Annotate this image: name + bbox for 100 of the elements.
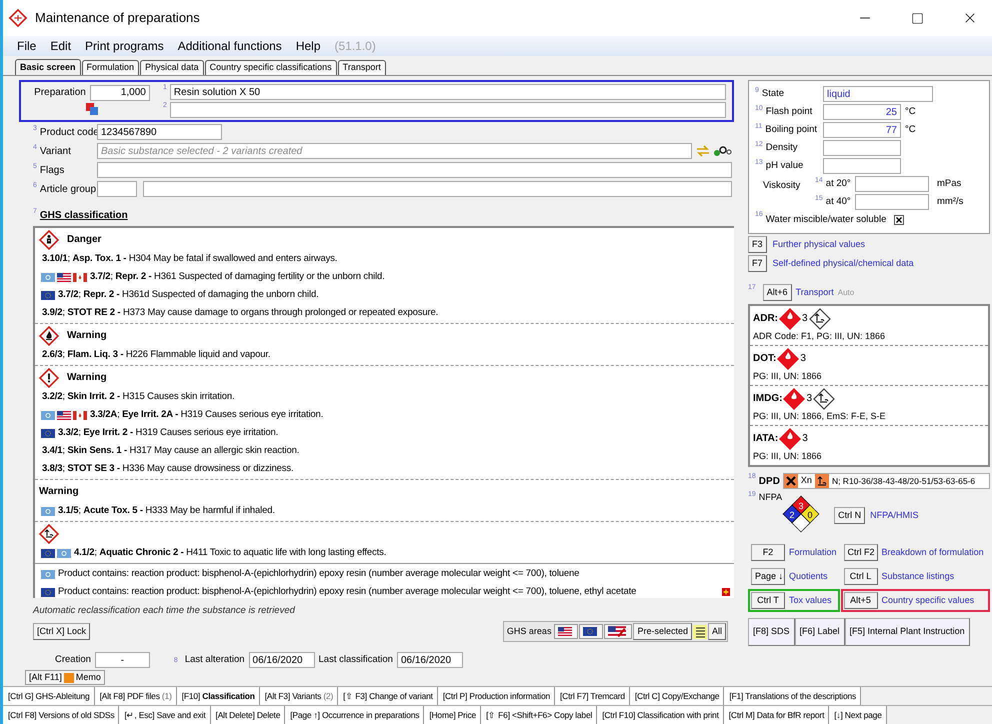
reclassification-note: Automatic reclassification each time the substance is retrieved [33, 604, 296, 618]
field-label: State [762, 86, 784, 101]
reactivity-rating: 0 [808, 510, 813, 520]
tab[interactable]: Physical data [140, 60, 204, 75]
menu-item[interactable]: Edit [50, 37, 72, 55]
function-key-button[interactable]: [Ctrl F7] Tremcard [555, 687, 630, 705]
memo-button[interactable]: [Alt F11] Memo [25, 670, 105, 686]
exclamation-icon [39, 368, 59, 388]
function-key-button[interactable]: [↵, Esc] Save and exit [119, 706, 211, 724]
flag-button[interactable] [579, 624, 604, 640]
function-key-button[interactable]: [Ctrl M] Data for BfR report [724, 706, 830, 724]
hazard-statement: Product contains: reaction product: bisphenol-A-(epichlorhydrin) epoxy resin (number average molecular weight <= 700), toluene [58, 566, 580, 581]
function-key-button[interactable]: [Ctrl C] Copy/Exchange [630, 687, 724, 705]
input-field[interactable] [855, 176, 929, 192]
function-key-button[interactable]: [⇧ F3] Change of variant [338, 687, 438, 705]
environment-symbol-icon [814, 474, 829, 488]
function-key-button[interactable]: [Ctrl F10] Classification with print [597, 706, 724, 724]
key-button[interactable]: Ctrl N [834, 507, 866, 524]
function-key-button[interactable]: [Ctrl G] GHS-Ableitung [3, 687, 95, 705]
document-button[interactable]: [F6] Label [794, 618, 845, 646]
hazard-class: 3 [800, 352, 806, 366]
link[interactable]: Further physical values [772, 238, 866, 252]
flammable-label-icon [778, 306, 802, 330]
function-key-button[interactable]: [F10] Classification [176, 687, 260, 705]
link[interactable]: Breakdown of formulation [882, 546, 984, 560]
key-button[interactable]: F2 [751, 544, 785, 561]
field-label: pH value [766, 158, 804, 173]
function-key-button[interactable]: [Home] Price [424, 706, 482, 724]
input-field[interactable]: 77 [823, 122, 901, 138]
link[interactable]: Formulation [789, 546, 837, 560]
field-label: Creation [55, 653, 91, 668]
function-key-button[interactable]: [⇧ F6] <Shift+F6> Copy label [481, 706, 598, 724]
document-button[interactable]: [F5] Internal Plant Instruction [844, 618, 970, 646]
link[interactable]: NFPA/HMIS [870, 508, 918, 522]
input-field[interactable]: Basic substance selected - 2 variants created [97, 143, 692, 159]
input-field[interactable]: - [94, 652, 150, 668]
key-button[interactable]: Ctrl F2 [844, 544, 878, 561]
health-rating: 2 [790, 510, 795, 520]
function-key-button[interactable]: [Ctrl F8] Versions of old SDSs [3, 706, 120, 724]
menu-item[interactable]: Help [296, 37, 320, 55]
key-button[interactable]: Alt+6 [762, 284, 792, 301]
flag-button[interactable] [554, 624, 578, 640]
tab[interactable]: Formulation [82, 60, 140, 75]
link[interactable]: Transport [796, 286, 834, 300]
menu-item[interactable]: Print programs [85, 37, 164, 55]
hazard-statement: 3.3/2; Eye Irrit. 2 - H319 Causes serious eye irritation. [58, 426, 278, 440]
tab[interactable]: Country specific classifications [204, 60, 337, 75]
link[interactable]: Country specific values [882, 594, 974, 608]
transport-mode: DOT: [753, 352, 776, 366]
tab[interactable]: Transport [338, 60, 386, 75]
tab[interactable]: Basic screen [15, 59, 81, 75]
input-field[interactable]: 1,000 [90, 84, 150, 100]
key-button[interactable]: All [708, 623, 726, 640]
mode-label: Auto [838, 286, 854, 298]
function-key-button[interactable]: [F1] Translations of the descriptions [724, 687, 862, 705]
function-key-button[interactable]: [Alt F3] Variants (2) [260, 687, 338, 705]
gears-icon[interactable] [712, 145, 732, 157]
input-field[interactable] [855, 194, 929, 210]
input-field[interactable]: Resin solution X 50 [170, 84, 726, 100]
key-button[interactable]: Ctrl L [844, 568, 878, 585]
function-key-button[interactable]: [Page ↑] Occurrence in preparations [285, 706, 424, 724]
signal-word: Danger [67, 233, 102, 247]
link[interactable]: Self-defined physical/chemical data [772, 256, 914, 270]
function-key-button[interactable]: [Ctrl P] Production information [438, 687, 555, 705]
transport-mode: IATA: [753, 432, 778, 446]
key-button[interactable]: Page ↓ [751, 568, 785, 585]
key-button[interactable]: F3 [748, 236, 767, 253]
input-field[interactable]: liquid [823, 86, 933, 102]
lock-button[interactable]: [Ctrl X] Lock [33, 623, 90, 640]
input-field[interactable] [823, 140, 901, 156]
link[interactable]: Tox values [789, 594, 832, 608]
checkbox[interactable] [894, 215, 904, 225]
menu-item[interactable]: File [17, 37, 36, 55]
function-key-button[interactable]: [↓] Next page [829, 706, 887, 724]
function-key-button[interactable]: [Alt F8] PDF files (1) [94, 687, 177, 705]
key-button[interactable]: Pre-selected [633, 623, 692, 640]
key-button[interactable]: F7 [748, 255, 767, 272]
translate-icon[interactable] [86, 103, 98, 115]
hazard-class: 3 [802, 312, 808, 326]
input-field[interactable] [823, 158, 901, 174]
input-field[interactable] [143, 181, 732, 197]
key-button[interactable]: Alt+5 [844, 592, 878, 609]
document-button[interactable]: [F8] SDS [748, 618, 795, 646]
function-key-button[interactable]: [Alt Delete] Delete [210, 706, 286, 724]
input-field[interactable]: 06/16/2020 [396, 652, 463, 668]
key-button[interactable]: Ctrl T [751, 592, 785, 609]
un-flag-icon [41, 272, 55, 282]
input-field[interactable]: 25 [823, 104, 901, 120]
input-field[interactable]: 1234567890 [97, 124, 222, 140]
expand-icon[interactable] [722, 588, 730, 596]
link[interactable]: Quotients [789, 570, 828, 584]
input-field[interactable] [170, 102, 726, 118]
input-field[interactable] [97, 181, 137, 197]
flag-button[interactable] [604, 624, 632, 640]
input-field[interactable] [97, 162, 732, 178]
maximize-icon[interactable] [911, 12, 924, 24]
link[interactable]: Substance listings [882, 570, 954, 584]
input-field[interactable]: 06/16/2020 [248, 652, 315, 668]
menu-item[interactable]: Additional functions [178, 37, 282, 55]
list-icon[interactable] [692, 624, 707, 639]
